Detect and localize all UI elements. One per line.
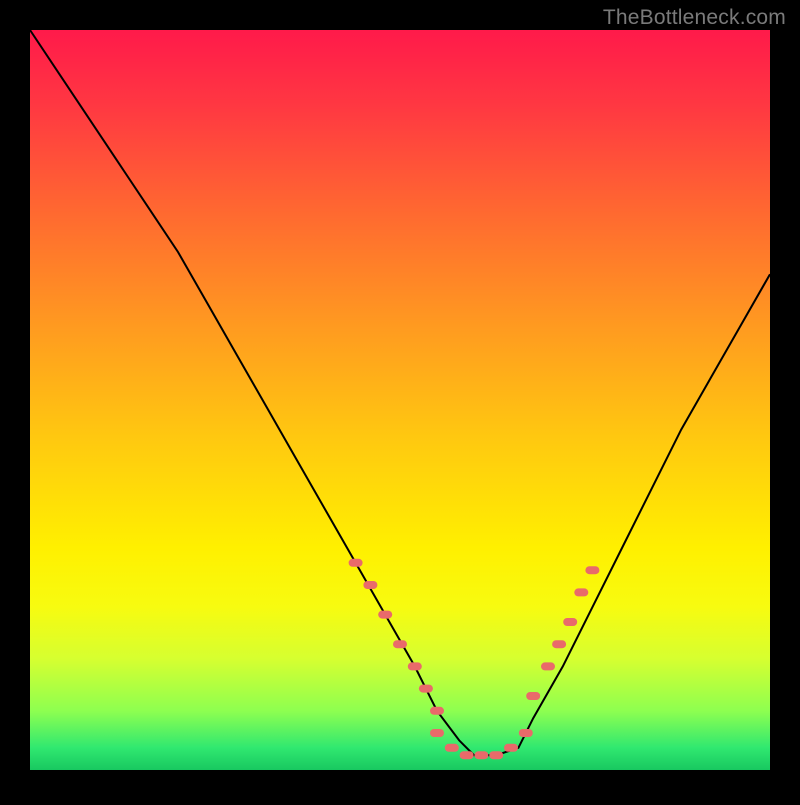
- left-segment-dots: [349, 559, 363, 567]
- right-segment-dots: [541, 662, 555, 670]
- bottom-dots: [460, 751, 474, 759]
- left-segment-dots: [430, 707, 444, 715]
- plot-background: [30, 30, 770, 770]
- bottom-dots: [445, 744, 459, 752]
- right-segment-dots: [574, 588, 588, 596]
- bottom-dots: [474, 751, 488, 759]
- left-segment-dots: [419, 685, 433, 693]
- right-segment-dots: [563, 618, 577, 626]
- bottom-dots: [504, 744, 518, 752]
- left-segment-dots: [408, 662, 422, 670]
- left-segment-dots: [393, 640, 407, 648]
- right-segment-dots: [526, 692, 540, 700]
- right-segment-dots: [552, 640, 566, 648]
- bottom-dots: [489, 751, 503, 759]
- bottom-dots: [430, 729, 444, 737]
- right-segment-dots: [585, 566, 599, 574]
- watermark: TheBottleneck.com: [603, 6, 786, 30]
- left-segment-dots: [363, 581, 377, 589]
- chart-container: [0, 0, 800, 800]
- chart-svg: [0, 0, 800, 800]
- left-segment-dots: [378, 611, 392, 619]
- bottom-dots: [519, 729, 533, 737]
